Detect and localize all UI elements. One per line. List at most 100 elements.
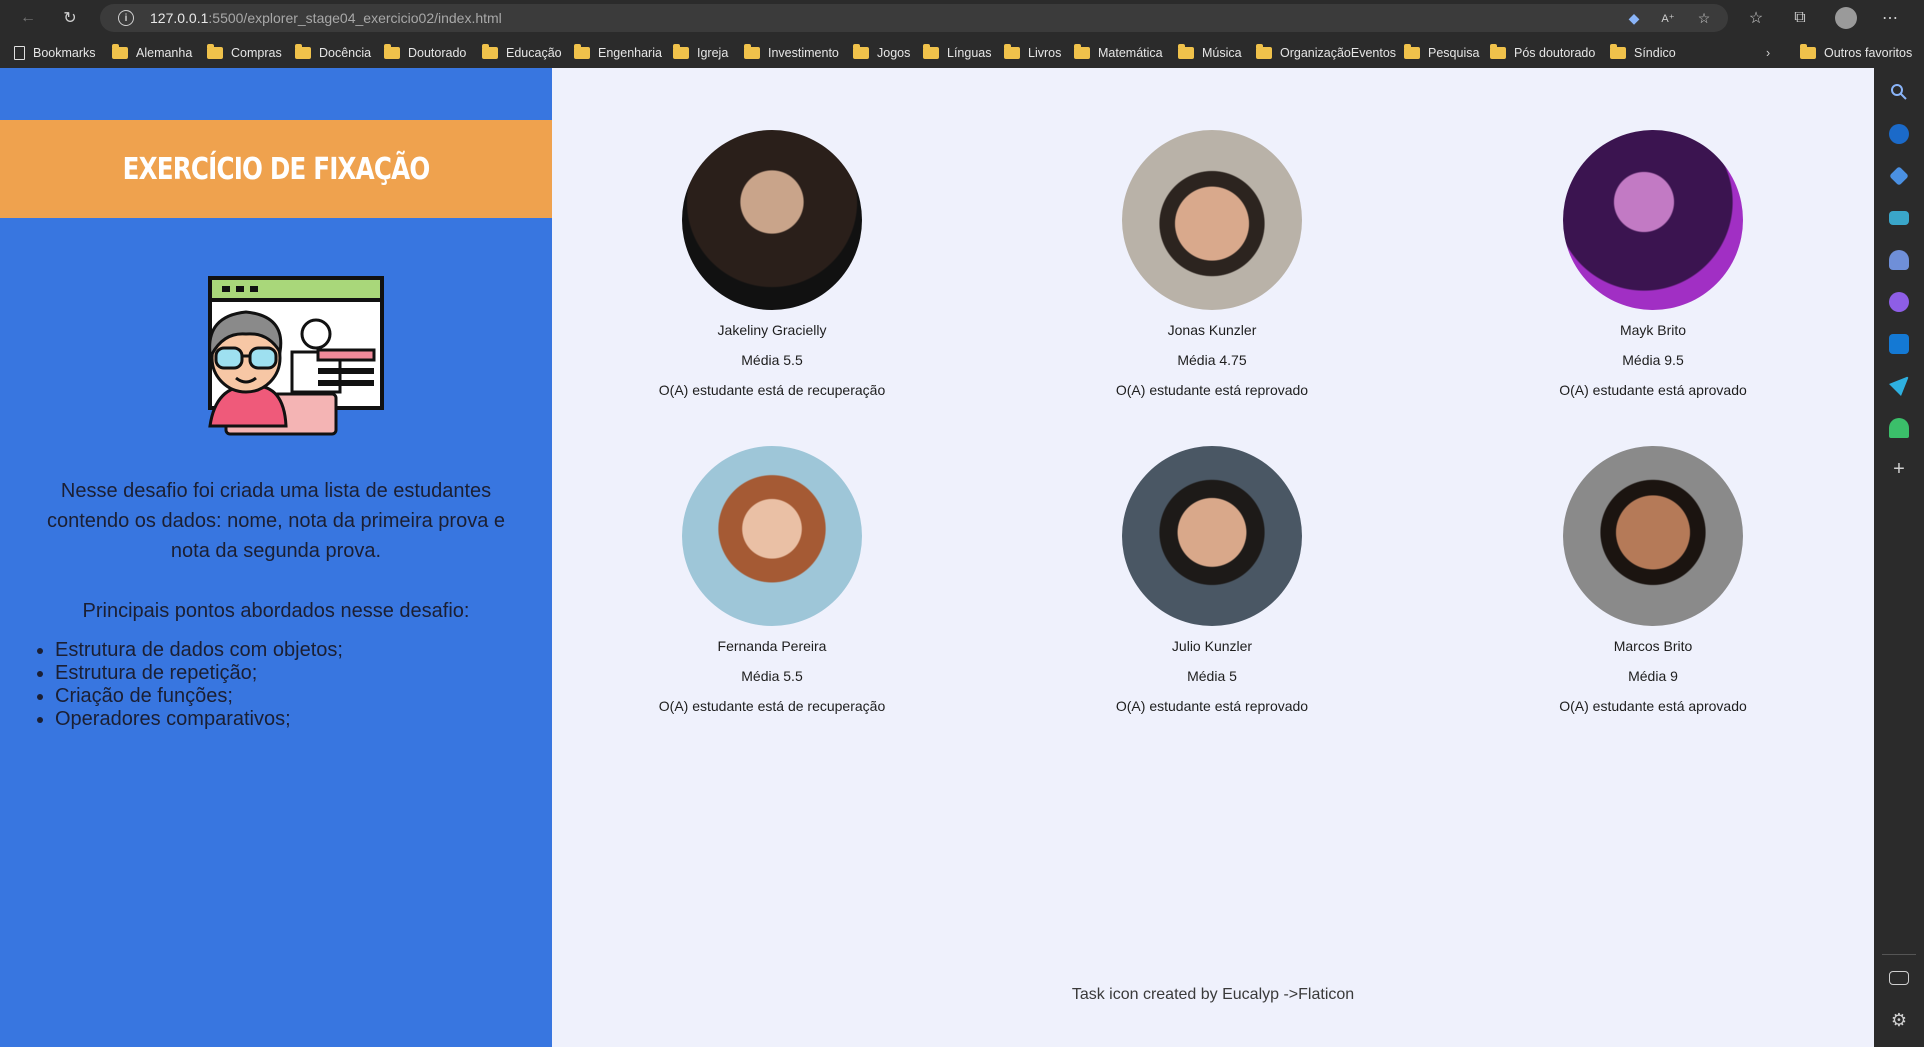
student-average: Média 9.5 [1622,352,1684,368]
bookmark-folder[interactable]: Línguas [923,42,991,64]
other-favorites[interactable]: Outros favoritos [1800,42,1912,64]
student-card: Julio Kunzler Média 5 O(A) estudante est… [1062,446,1362,716]
hide-sidebar-icon[interactable] [1889,971,1909,985]
read-aloud-icon[interactable]: A⁺ [1658,8,1678,28]
favorite-star-icon[interactable]: ☆ [1694,8,1714,28]
url-host: 127.0.0.1 [150,10,209,26]
bookmark-folder[interactable]: Docência [295,42,371,64]
bookmark-label: Bookmarks [33,46,96,60]
bookmark-folder[interactable]: Música [1178,42,1242,64]
search-icon[interactable] [1889,82,1909,102]
bookmark-folder[interactable]: Livros [1004,42,1061,64]
folder-icon [1004,44,1020,59]
collections-icon[interactable]: ⧉ [1788,6,1812,30]
bookmark-folder[interactable]: Síndico [1610,42,1676,64]
more-menu-icon[interactable]: ⋯ [1878,6,1902,30]
send-icon[interactable] [1889,376,1909,396]
url-path: :5500/explorer_stage04_exercicio02/index… [208,10,502,26]
bookmark-label: Alemanha [136,46,193,60]
student-card: Jonas Kunzler Média 4.75 O(A) estudante … [1062,130,1362,400]
tree-icon[interactable] [1889,418,1909,438]
browser-toolbar: ← ↻ i 127.0.0.1:5500/explorer_stage04_ex… [0,0,1924,68]
info-icon[interactable]: i [118,10,134,26]
reload-icon[interactable]: ↻ [58,6,82,30]
student-photo [1563,446,1743,626]
tag-icon[interactable]: ◆ [1624,8,1644,28]
student-status: O(A) estudante está de recuperação [658,382,886,398]
bookmark-label: Engenharia [598,46,662,60]
folder-icon [1074,44,1090,59]
favorites-icon[interactable]: ☆ [1744,6,1768,30]
add-icon[interactable]: + [1889,459,1909,480]
folder-icon [923,44,939,59]
title-banner: EXERCÍCIO DE FIXAÇÃO [0,120,552,218]
student-average: Média 5.5 [741,352,803,368]
back-arrow-icon[interactable]: ← [16,6,40,30]
student-card: Marcos Brito Média 9 O(A) estudante está… [1503,446,1803,716]
folder-icon [574,44,590,59]
bookmark-folder[interactable]: Pós doutorado [1490,42,1595,64]
folder-icon [1256,44,1272,59]
folder-icon [744,44,760,59]
student-photo [1122,446,1302,626]
folder-icon [1404,44,1420,59]
bookmark-folder[interactable]: Doutorado [384,42,466,64]
bookmark-folder[interactable]: OrganizaçãoEventos [1256,42,1396,64]
list-item: Operadores comparativos; [55,708,343,731]
bookmarks-bar: Bookmarks Alemanha Compras Docência Dout… [0,40,1924,66]
copilot-icon[interactable] [1889,292,1909,312]
student-photo [1563,130,1743,310]
bookmark-label: Pós doutorado [1514,46,1596,60]
student-average: Média 4.75 [1177,352,1247,368]
bookmark-label: Livros [1028,46,1062,60]
bookmark-label: Igreja [697,46,729,60]
tag-icon[interactable] [1889,166,1909,186]
student-average: Média 5 [1187,668,1237,684]
folder-icon [1800,44,1816,59]
bookmark-label: OrganizaçãoEventos [1280,46,1397,60]
bookmark-folder[interactable]: Investimento [744,42,839,64]
folder-icon [1610,44,1626,59]
student-status: O(A) estudante está reprovado [1115,382,1309,398]
folder-icon [1178,44,1194,59]
bookmark-item[interactable]: Bookmarks [14,42,96,64]
bookmark-folder[interactable]: Alemanha [112,42,192,64]
bookmark-folder[interactable]: Igreja [673,42,728,64]
list-item: Estrutura de dados com objetos; [55,639,343,662]
tools-icon[interactable] [1889,211,1909,225]
description-text: Nesse desafio foi criada uma lista de es… [46,480,506,562]
student-name: Mayk Brito [1619,322,1687,338]
chevron-right-icon[interactable]: › [1766,42,1770,64]
divider [1882,954,1916,955]
student-card: Mayk Brito Média 9.5 O(A) estudante está… [1503,130,1803,400]
bookmark-label: Educação [506,46,562,60]
folder-icon [384,44,400,59]
url-text[interactable]: 127.0.0.1:5500/explorer_stage04_exercici… [150,10,502,26]
bookmark-label: Doutorado [408,46,467,60]
outlook-icon[interactable] [1889,334,1909,354]
student-photo [682,446,862,626]
profile-avatar[interactable] [1834,6,1858,30]
settings-gear-icon[interactable]: ⚙ [1889,1010,1909,1030]
bing-icon[interactable] [1889,124,1909,144]
bookmark-label: Matemática [1098,46,1163,60]
bookmark-label: Outros favoritos [1824,46,1913,60]
sidebar-panel: EXERCÍCIO DE FIXAÇÃO Nesse desafio foi c… [0,68,552,1047]
bookmark-folder[interactable]: Pesquisa [1404,42,1479,64]
bookmark-folder[interactable]: Engenharia [574,42,662,64]
bookmark-folder[interactable]: Educação [482,42,562,64]
address-bar[interactable]: i 127.0.0.1:5500/explorer_stage04_exerci… [100,4,1728,32]
address-row: ← ↻ i 127.0.0.1:5500/explorer_stage04_ex… [0,0,1924,36]
student-status: O(A) estudante está de recuperação [658,698,886,714]
student-status: O(A) estudante está aprovado [1559,698,1747,714]
student-status: O(A) estudante está reprovado [1115,698,1309,714]
games-icon[interactable] [1889,250,1909,270]
bookmark-folder[interactable]: Matemática [1074,42,1163,64]
footer-credit: Task icon created by Eucalyp ->Flaticon [1071,986,1355,1003]
student-name: Jakeliny Gracielly [717,322,827,338]
folder-icon [112,44,128,59]
student-average: Média 9 [1628,668,1678,684]
bookmark-folder[interactable]: Compras [207,42,282,64]
bookmark-label: Síndico [1634,46,1676,60]
bookmark-folder[interactable]: Jogos [853,42,910,64]
